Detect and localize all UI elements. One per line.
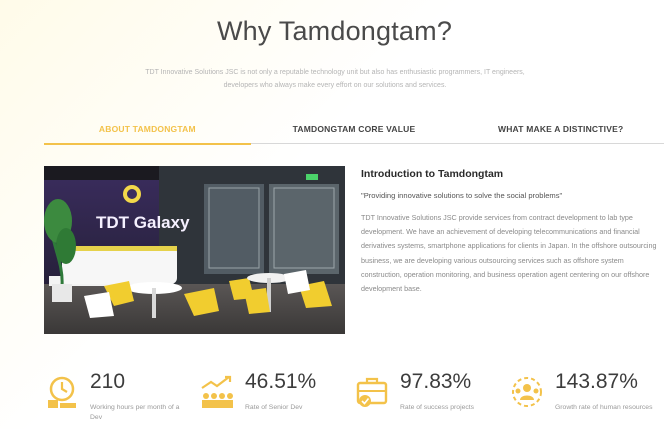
tdt-galaxy-sign: TDT Galaxy (96, 213, 190, 232)
section-subtitle: TDT Innovative Solutions JSC is not only… (145, 69, 525, 89)
page-title: Why Tamdongtam? (216, 16, 453, 46)
clock-icon (48, 376, 76, 408)
stat-value: 97.83% (400, 370, 472, 393)
stat-label: Rate of success projects (400, 404, 475, 411)
office-photo: TDT Galaxy (44, 166, 345, 334)
briefcase-icon (356, 377, 388, 407)
stat-success-projects: 97.83% Rate of success projects (354, 370, 509, 428)
people-growth-icon (512, 377, 542, 407)
stat-label: Working hours per month of a Dev (90, 404, 180, 421)
stat-value: 210 (90, 370, 126, 393)
intro-body: TDT Innovative Solutions JSC provide ser… (361, 213, 657, 294)
stat-value: 46.51% (245, 370, 317, 393)
tab-about-tamdongtam[interactable]: ABOUT TAMDONGTAM (44, 118, 251, 145)
tab-bar: ABOUT TAMDONGTAM TAMDONGTAM CORE VALUE W… (44, 118, 664, 145)
intro-panel: Introduction to Tamdongtam "Providing in… (361, 168, 665, 296)
stat-growth-rate: 143.87% Growth rate of human resources (509, 370, 664, 428)
intro-title: Introduction to Tamdongtam (361, 168, 504, 180)
tab-core-value[interactable]: TAMDONGTAM CORE VALUE (251, 118, 458, 143)
office-photo-illustration: TDT Galaxy (44, 166, 345, 334)
stats-row: 210 Working hours per month of a Dev 46.… (44, 370, 664, 428)
stat-label: Rate of Senior Dev (245, 404, 303, 411)
intro-quote: "Providing innovative solutions to solve… (361, 191, 563, 200)
stat-senior-dev: 46.51% Rate of Senior Dev (199, 370, 354, 428)
stat-label: Growth rate of human resources (555, 404, 653, 411)
stat-working-hours: 210 Working hours per month of a Dev (44, 370, 199, 428)
team-growth-icon (201, 375, 233, 408)
tab-distinctive[interactable]: WHAT MAKE A DISTINCTIVE? (457, 118, 664, 143)
stat-value: 143.87% (555, 370, 638, 393)
